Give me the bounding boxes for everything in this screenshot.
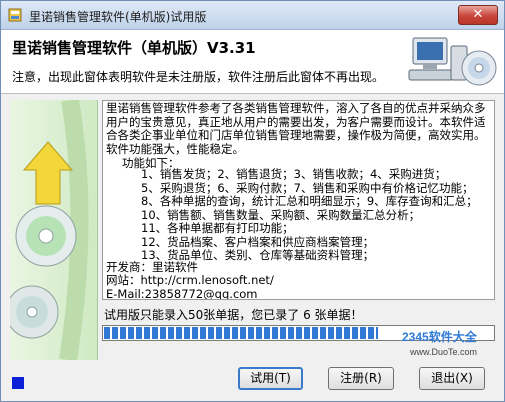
trial-limit-message: 试用版只能录入50张单据，您已录了 6 张单据！: [104, 308, 363, 322]
button-bar: 试用(T) 注册(R) 退出(X): [1, 361, 504, 401]
feature-item: 1、销售发货；2、销售退货；3、销售收款；4、采购进货；: [141, 167, 447, 181]
status-indicator: [12, 377, 24, 389]
email-link[interactable]: E-Mail:23858772@qq.com: [106, 287, 274, 299]
exit-button[interactable]: 退出(X): [419, 367, 485, 390]
watermark-url: www.DuoTe.com: [409, 347, 477, 357]
feature-item: 11、各种单据都有打印功能；: [141, 221, 294, 235]
decorative-side-panel: [10, 100, 98, 360]
feature-item: 10、销售额、销售数量、采购额、采购数量汇总分析；: [141, 207, 421, 222]
install-cd-icon: [10, 100, 89, 360]
watermark-brand: 2345软件大全: [402, 329, 478, 344]
close-button[interactable]: ✕: [458, 5, 498, 25]
trial-button[interactable]: 试用(T): [238, 367, 303, 390]
software-description: 里诺销售管理软件参考了各类销售管理软件，溶入了各自的优点并采纳众多用户的宝贵意见…: [102, 100, 495, 300]
app-icon: [8, 8, 22, 22]
trial-dialog-window: 里诺销售管理软件(单机版)试用版 ✕ 里诺销售管理软件（单机版）V3.31 注意…: [0, 0, 505, 402]
feature-item: 8、各种单据的查询，统计汇总和明细显示；9、库存查询和汇总；: [141, 194, 478, 208]
duote-watermark: 2345软件大全 www.DuoTe.com: [402, 329, 478, 357]
developer-info: 开发商：里诺软件 网站：http://crm.lenosoft.net/ E-M…: [106, 260, 274, 299]
unregistered-notice: 注意，出现此窗体表明软件是未注册版，软件注册后此窗体不再出现。: [12, 70, 385, 84]
intro-text: 里诺销售管理软件参考了各类销售管理软件，溶入了各自的优点并采纳众多用户的宝贵意见…: [106, 101, 486, 156]
app-title: 里诺销售管理软件（单机版）V3.31: [12, 39, 256, 57]
register-button[interactable]: 注册(R): [328, 367, 394, 390]
window-title: 里诺销售管理软件(单机版)试用版: [29, 10, 207, 24]
title-bar[interactable]: 里诺销售管理软件(单机版)试用版 ✕: [1, 1, 504, 30]
usage-progress-fill: [104, 327, 378, 339]
feature-list: 1、销售发货；2、销售退货；3、销售收款；4、采购进货； 5、采购退货；6、采购…: [141, 167, 478, 263]
feature-item: 12、货品档案、客户档案和供应商档案管理；: [141, 234, 375, 249]
close-icon: ✕: [472, 7, 484, 22]
website-link[interactable]: 网站：http://crm.lenosoft.net/: [106, 273, 274, 287]
developer-name: 开发商：里诺软件: [106, 260, 198, 274]
feature-item: 5、采购退货；6、采购付款；7、销售和采购中有价格记忆功能；: [141, 180, 474, 195]
header-banner: 里诺销售管理软件（单机版）V3.31 注意，出现此窗体表明软件是未注册版，软件注…: [1, 30, 504, 94]
computer-cd-icon: [408, 37, 497, 86]
